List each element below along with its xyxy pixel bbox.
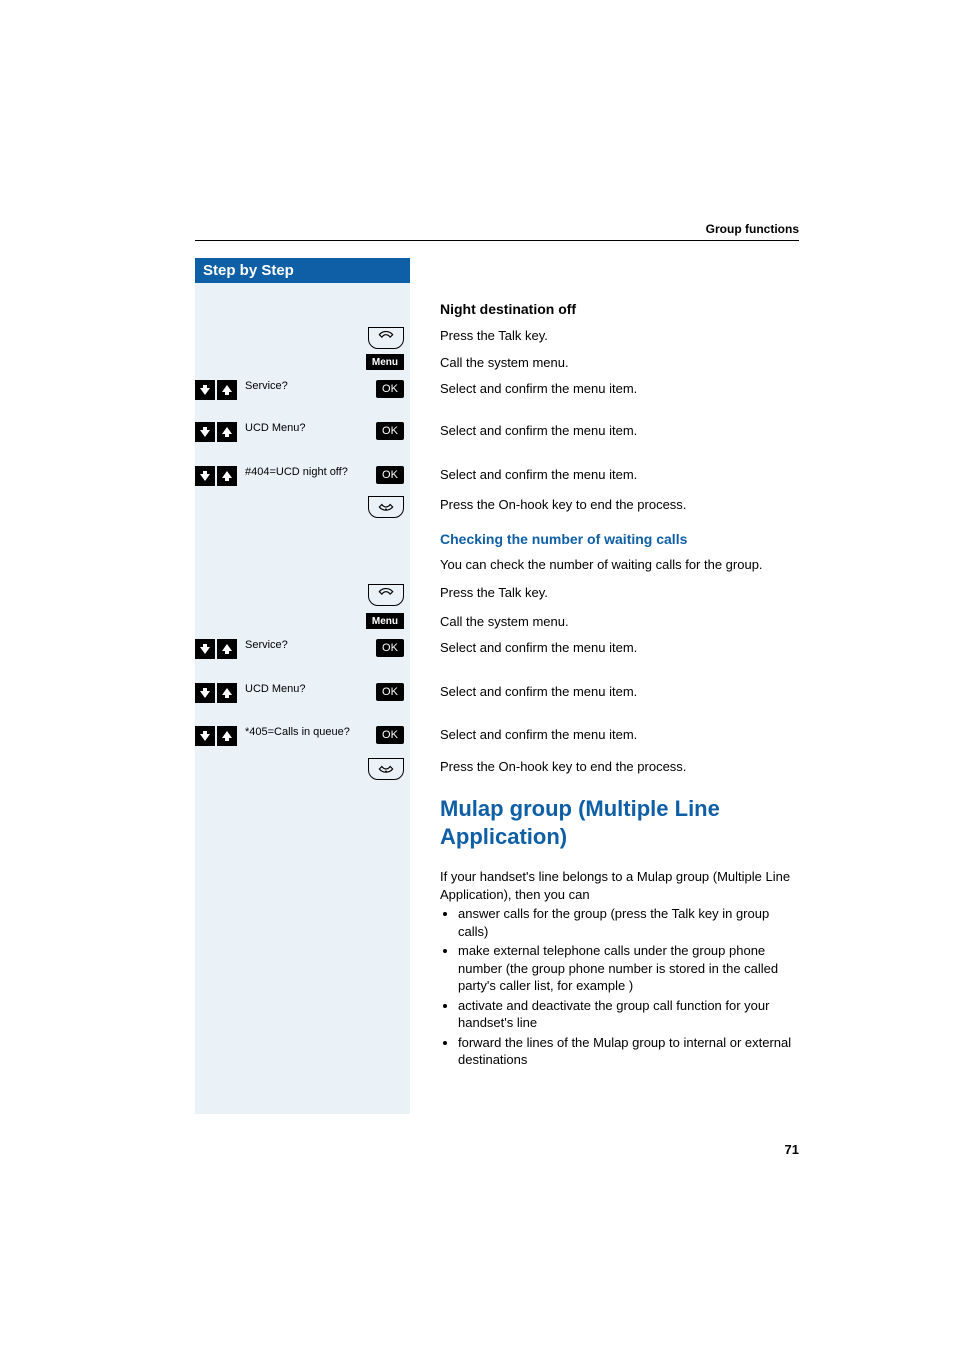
arrow-down-icon[interactable] xyxy=(195,639,215,659)
page-number: 71 xyxy=(785,1142,799,1157)
ok-button[interactable]: OK xyxy=(376,466,404,484)
step-row: Press the On-hook key to end the process… xyxy=(195,758,800,780)
menu-item-label: Service? xyxy=(241,380,376,393)
arrow-up-icon[interactable] xyxy=(217,380,237,400)
step-description: Press the Talk key. xyxy=(410,584,770,602)
nav-arrows[interactable] xyxy=(195,380,237,400)
arrow-up-icon[interactable] xyxy=(217,726,237,746)
step-description: Press the On-hook key to end the process… xyxy=(410,758,770,776)
menu-item-label: UCD Menu? xyxy=(241,422,376,435)
section-intro: If your handset's line belongs to a Mula… xyxy=(440,868,800,903)
step-row: Service?OK Select and confirm the menu it… xyxy=(195,639,800,659)
step-row: Menu Call the system menu. xyxy=(195,354,800,372)
subheading: Checking the number of waiting calls xyxy=(440,531,687,547)
ok-button[interactable]: OK xyxy=(376,683,404,701)
ok-button[interactable]: OK xyxy=(376,422,404,440)
step-description: Press the On-hook key to end the process… xyxy=(410,496,770,514)
step-description: You can check the number of waiting call… xyxy=(410,556,770,574)
step-description: Checking the number of waiting calls xyxy=(410,530,770,549)
arrow-up-icon[interactable] xyxy=(217,639,237,659)
nav-arrows[interactable] xyxy=(195,466,237,486)
arrow-up-icon[interactable] xyxy=(217,466,237,486)
ok-button[interactable]: OK xyxy=(376,639,404,657)
onhook-key-icon[interactable] xyxy=(368,758,404,780)
section-title: Mulap group (Multiple Line Application) xyxy=(440,795,800,850)
menu-item-label: #404=UCD night off? xyxy=(241,466,376,479)
menu-item-label: *405=Calls in queue? xyxy=(241,726,376,739)
list-item: activate and deactivate the group call f… xyxy=(458,997,800,1032)
arrow-down-icon[interactable] xyxy=(195,422,215,442)
ok-button[interactable]: OK xyxy=(376,380,404,398)
subheading: Night destination off xyxy=(440,301,576,317)
step-description: Press the Talk key. xyxy=(410,327,770,345)
arrow-down-icon[interactable] xyxy=(195,683,215,703)
menu-item-label: UCD Menu? xyxy=(241,683,376,696)
sidebar-title: Step by Step xyxy=(195,258,410,283)
menu-item-label: Service? xyxy=(241,639,376,652)
step-description: Call the system menu. xyxy=(410,613,770,631)
step-row: #404=UCD night off?OK Select and confirm … xyxy=(195,466,800,486)
step-description: Call the system menu. xyxy=(410,354,770,372)
step-row: Checking the number of waiting calls xyxy=(195,530,800,549)
step-row: UCD Menu?OK Select and confirm the menu i… xyxy=(195,683,800,703)
step-row: Press the Talk key. xyxy=(195,327,800,349)
step-row: Menu Call the system menu. xyxy=(195,613,800,631)
onhook-key-icon[interactable] xyxy=(368,496,404,518)
step-description: Select and confirm the menu item. xyxy=(410,726,770,744)
step-row: UCD Menu?OK Select and confirm the menu i… xyxy=(195,422,800,442)
step-row: Press the Talk key. xyxy=(195,584,800,606)
step-description: Select and confirm the menu item. xyxy=(410,380,770,398)
arrow-down-icon[interactable] xyxy=(195,466,215,486)
menu-button[interactable]: Menu xyxy=(366,354,404,370)
arrow-down-icon[interactable] xyxy=(195,380,215,400)
header-section-label: Group functions xyxy=(706,222,799,236)
arrow-down-icon[interactable] xyxy=(195,726,215,746)
step-row: Night destination off xyxy=(195,300,800,319)
step-description: Night destination off xyxy=(410,300,770,319)
nav-arrows[interactable] xyxy=(195,422,237,442)
step-description: Select and confirm the menu item. xyxy=(410,683,770,701)
arrow-up-icon[interactable] xyxy=(217,422,237,442)
step-row: Press the On-hook key to end the process… xyxy=(195,496,800,518)
header-rule xyxy=(195,240,799,241)
step-description: Select and confirm the menu item. xyxy=(410,639,770,657)
nav-arrows[interactable] xyxy=(195,639,237,659)
nav-arrows[interactable] xyxy=(195,683,237,703)
step-description: Select and confirm the menu item. xyxy=(410,466,770,484)
list-item: forward the lines of the Mulap group to … xyxy=(458,1034,800,1069)
nav-arrows[interactable] xyxy=(195,726,237,746)
arrow-up-icon[interactable] xyxy=(217,683,237,703)
step-description: Select and confirm the menu item. xyxy=(410,422,770,440)
step-row: You can check the number of waiting call… xyxy=(195,556,800,574)
step-row: *405=Calls in queue?OK Select and confirm… xyxy=(195,726,800,746)
talk-key-icon[interactable] xyxy=(368,584,404,606)
step-row: Service?OK Select and confirm the menu it… xyxy=(195,380,800,400)
list-item: answer calls for the group (press the Ta… xyxy=(458,905,800,940)
menu-button[interactable]: Menu xyxy=(366,613,404,629)
ok-button[interactable]: OK xyxy=(376,726,404,744)
list-item: make external telephone calls under the … xyxy=(458,942,800,995)
section-bullets: answer calls for the group (press the Ta… xyxy=(440,905,800,1069)
talk-key-icon[interactable] xyxy=(368,327,404,349)
